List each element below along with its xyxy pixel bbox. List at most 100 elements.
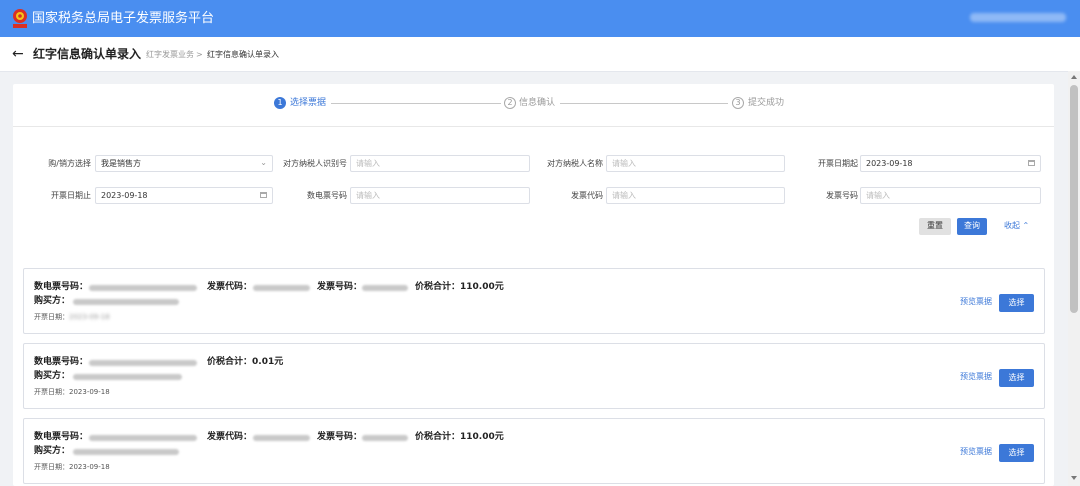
query-button[interactable]: 查询 — [957, 218, 987, 235]
total-value: 0.01元 — [252, 357, 284, 367]
invoice-card: 数电票号码： 发票代码： 发票号码： 价税合计：110.00元 购买方： 开票日… — [23, 418, 1045, 484]
preview-invoice-link[interactable]: 预览票据 — [960, 447, 992, 457]
invoice-code-placeholder: 请输入 — [612, 191, 636, 200]
invoice-code-field-label: 发票代码： — [207, 282, 253, 292]
collapse-toggle[interactable]: 收起 ⌃ — [1004, 221, 1029, 231]
date-to-label: 开票日期止 — [51, 191, 91, 200]
breadcrumb-item-current: 红字信息确认单录入 — [207, 50, 279, 59]
step-1-number: 1 — [274, 97, 286, 109]
buyer-seller-label: 购/销方选择 — [48, 159, 91, 168]
total-prefix: 价税合计： — [207, 357, 253, 367]
total-amount: 价税合计：0.01元 — [207, 357, 283, 368]
buyer-name-redacted — [73, 449, 179, 455]
e-invoice-no-field-label: 数电票号码： — [34, 357, 89, 367]
invoice-code-redacted — [253, 285, 310, 291]
counterparty-name-input[interactable]: 请输入 — [606, 155, 785, 172]
scroll-down-arrow-icon[interactable] — [1071, 476, 1077, 480]
preview-invoice-link[interactable]: 预览票据 — [960, 297, 992, 307]
issue-date-label: 开票日期： — [34, 388, 69, 396]
issue-date-value: 2023-09-18 — [69, 463, 110, 471]
calendar-icon — [260, 192, 267, 198]
issue-date-value: 2023-09-18 — [69, 388, 110, 396]
e-invoice-no-redacted — [89, 435, 197, 441]
step-connector — [331, 103, 501, 104]
invoice-code-redacted — [253, 435, 310, 441]
buyer-seller-value: 我是销售方 — [101, 159, 141, 168]
buyer-field-label: 购买方： — [34, 371, 71, 381]
scroll-up-arrow-icon[interactable] — [1071, 75, 1077, 79]
date-from-picker[interactable]: 2023-09-18 — [860, 155, 1041, 172]
page-header: ← 红字信息确认单录入 红字发票业务 > 红字信息确认单录入 — [0, 37, 1080, 72]
buyer-field-label: 购买方： — [34, 446, 71, 456]
total-amount: 价税合计：110.00元 — [415, 432, 504, 443]
select-invoice-button[interactable]: 选择 — [999, 369, 1034, 387]
step-3-number: 3 — [732, 97, 744, 109]
buyer-name-redacted — [73, 374, 182, 380]
page-scrollbar[interactable] — [1068, 71, 1080, 486]
counterparty-tax-id-input[interactable]: 请输入 — [350, 155, 530, 172]
collapse-label: 收起 — [1004, 221, 1020, 230]
step-2-label: 信息确认 — [519, 98, 556, 108]
invoice-card: 数电票号码： 发票代码： 发票号码： 价税合计：110.00元 购买方： 开票日… — [23, 268, 1045, 334]
issue-date-label: 开票日期： — [34, 313, 69, 321]
select-invoice-button[interactable]: 选择 — [999, 444, 1034, 462]
breadcrumb-separator-icon: > — [196, 50, 203, 59]
e-invoice-no-redacted — [89, 285, 197, 291]
e-invoice-no-field-label: 数电票号码： — [34, 282, 89, 292]
invoice-no-field-label: 发票号码： — [317, 282, 363, 292]
issue-date-value: 2023-09-18 — [69, 313, 110, 321]
invoice-code-field-label: 发票代码： — [207, 432, 253, 442]
date-from-value: 2023-09-18 — [866, 159, 913, 168]
date-to-value: 2023-09-18 — [101, 191, 148, 200]
chevron-up-icon: ⌃ — [1022, 221, 1030, 230]
step-connector — [560, 103, 728, 104]
total-value: 110.00元 — [460, 282, 504, 292]
page-title: 红字信息确认单录入 — [33, 47, 142, 61]
date-from-label: 开票日期起 — [818, 159, 858, 168]
total-amount: 价税合计：110.00元 — [415, 282, 504, 293]
buyer-field-label: 购买方： — [34, 296, 71, 306]
date-to-picker[interactable]: 2023-09-18 — [95, 187, 273, 204]
app-title: 国家税务总局电子发票服务平台 — [32, 11, 215, 26]
counterparty-name-label: 对方纳税人名称 — [547, 159, 603, 168]
user-info-redacted[interactable] — [970, 13, 1066, 22]
preview-invoice-link[interactable]: 预览票据 — [960, 372, 992, 382]
main-card: 1 选择票据 2 信息确认 3 提交成功 购/销方选择 我是销售方 ⌄ 对方纳税… — [13, 84, 1054, 486]
invoice-code-input[interactable]: 请输入 — [606, 187, 785, 204]
buyer-name-redacted — [73, 299, 179, 305]
counterparty-name-placeholder: 请输入 — [612, 159, 636, 168]
step-2-number: 2 — [504, 97, 516, 109]
invoice-no-redacted — [362, 435, 408, 441]
tax-emblem-icon — [13, 9, 27, 28]
calendar-icon — [1028, 160, 1035, 166]
counterparty-tax-id-label: 对方纳税人识别号 — [283, 159, 347, 168]
total-value: 110.00元 — [460, 432, 504, 442]
step-1-label: 选择票据 — [290, 98, 327, 108]
scrollbar-thumb[interactable] — [1070, 85, 1078, 313]
reset-button[interactable]: 重置 — [919, 218, 951, 235]
breadcrumb-item-red-invoice[interactable]: 红字发票业务 — [146, 50, 194, 60]
invoice-no-placeholder: 请输入 — [866, 191, 890, 200]
invoice-no-input[interactable]: 请输入 — [860, 187, 1041, 204]
e-invoice-no-placeholder: 请输入 — [356, 191, 380, 200]
e-invoice-no-input[interactable]: 请输入 — [350, 187, 530, 204]
select-invoice-button[interactable]: 选择 — [999, 294, 1034, 312]
step-3-label: 提交成功 — [748, 98, 785, 108]
back-arrow-icon[interactable]: ← — [12, 46, 24, 62]
buyer-seller-select[interactable]: 我是销售方 ⌄ — [95, 155, 273, 172]
e-invoice-no-label: 数电票号码 — [307, 191, 347, 200]
invoice-no-field-label: 发票号码： — [317, 432, 363, 442]
total-prefix: 价税合计： — [415, 432, 461, 442]
invoice-no-redacted — [362, 285, 408, 291]
invoice-code-label: 发票代码 — [571, 191, 603, 200]
total-prefix: 价税合计： — [415, 282, 461, 292]
counterparty-tax-id-placeholder: 请输入 — [356, 159, 380, 168]
step-indicator: 1 选择票据 2 信息确认 3 提交成功 — [13, 84, 1054, 127]
issue-date-label: 开票日期： — [34, 463, 69, 471]
e-invoice-no-field-label: 数电票号码： — [34, 432, 89, 442]
chevron-down-icon: ⌄ — [260, 158, 267, 167]
top-bar: 国家税务总局电子发票服务平台 — [0, 0, 1080, 37]
invoice-card: 数电票号码： 价税合计：0.01元 购买方： 开票日期： 2023-09-18 … — [23, 343, 1045, 409]
e-invoice-no-redacted — [89, 360, 197, 366]
invoice-no-label: 发票号码 — [826, 191, 858, 200]
